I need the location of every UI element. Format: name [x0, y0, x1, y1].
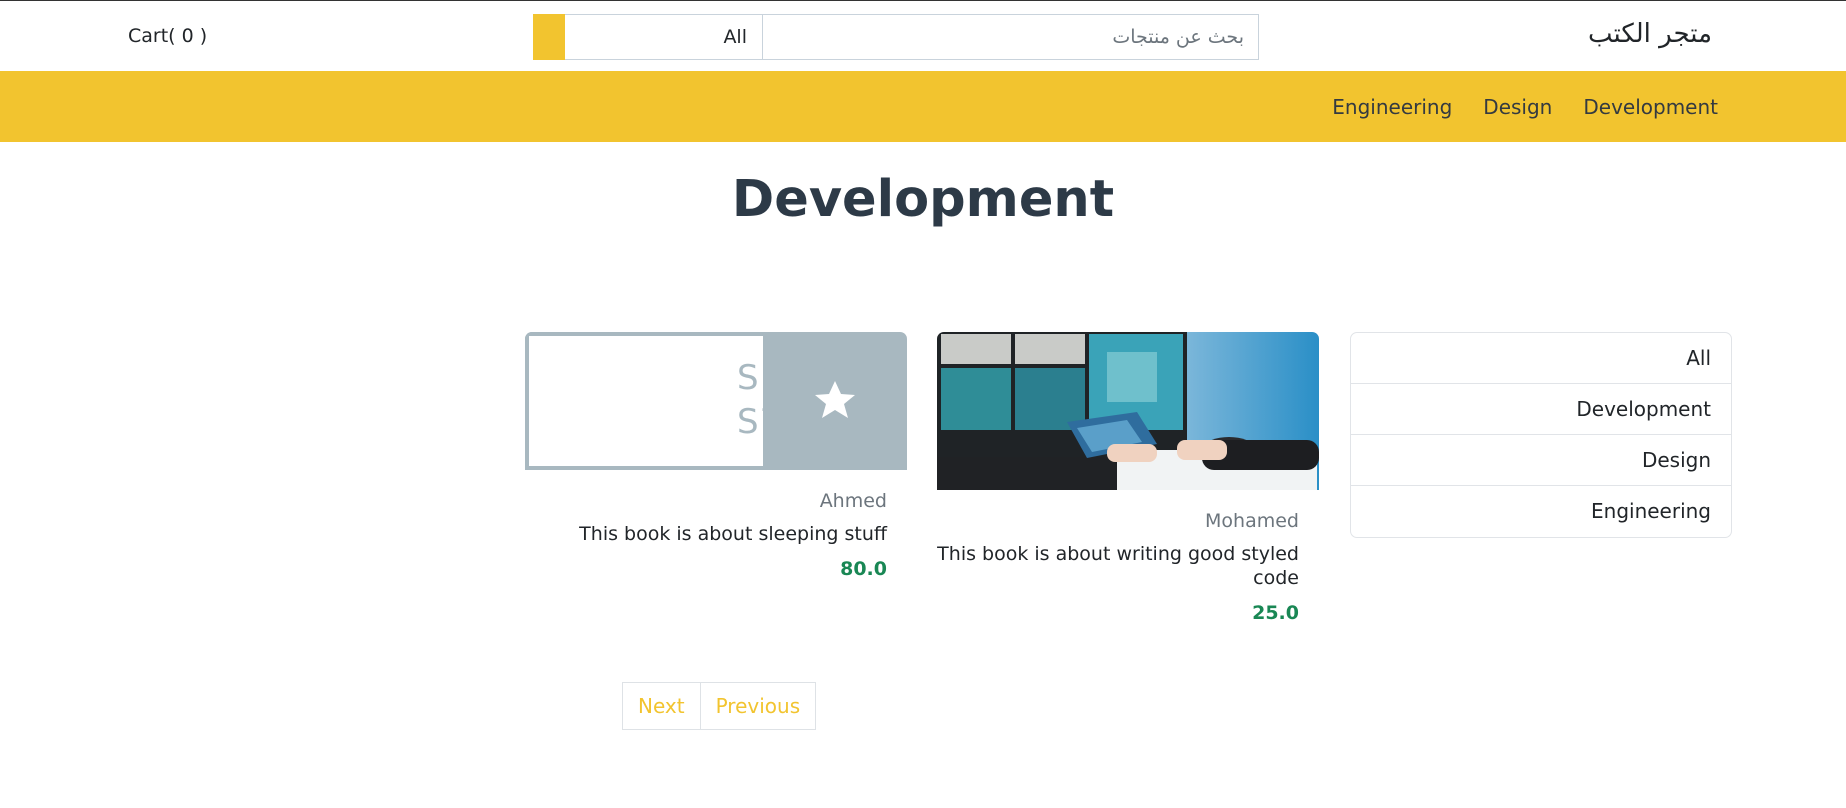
cart-count: ( 0 )	[168, 25, 208, 47]
search-button[interactable]	[533, 14, 565, 60]
nav-item-engineering[interactable]: Engineering	[1332, 95, 1452, 119]
category-item-development[interactable]: Development	[1351, 384, 1731, 435]
product-description: This book is about writing good styled c…	[937, 543, 1299, 589]
previous-page-button[interactable]: Previous	[700, 682, 817, 730]
product-card[interactable]: Mohamed This book is about writing good …	[937, 332, 1319, 624]
simple-star-cover-image: SIMPLE STAR	[525, 332, 907, 470]
category-item-design[interactable]: Design	[1351, 435, 1731, 486]
category-navbar: Development Design Engineering	[0, 71, 1846, 142]
product-price: 25.0	[1252, 602, 1299, 624]
nav-item-development[interactable]: Development	[1583, 95, 1718, 119]
product-author: Ahmed	[819, 490, 887, 512]
cart-link[interactable]: Cart( 0 )	[128, 25, 207, 47]
product-price: 80.0	[840, 558, 887, 580]
product-author: Mohamed	[1205, 510, 1299, 532]
cover-text-line1: SIMPLE	[737, 358, 883, 398]
cart-label: Cart	[128, 25, 169, 47]
nav-item-design[interactable]: Design	[1483, 95, 1552, 119]
page-title: Development	[731, 170, 1115, 229]
product-card[interactable]: SIMPLE STAR Ahmed This book is about sle…	[525, 332, 907, 580]
designer-computer-photo	[937, 332, 1319, 490]
product-image[interactable]: SIMPLE STAR	[525, 332, 907, 470]
category-item-engineering[interactable]: Engineering	[1351, 486, 1731, 537]
product-description: This book is about sleeping stuff	[579, 523, 887, 545]
search-bar: All	[533, 14, 1259, 60]
cover-text-line2: STAR	[737, 402, 840, 442]
product-image[interactable]	[937, 332, 1319, 490]
site-brand[interactable]: متجر الكتب	[1588, 19, 1712, 49]
category-list: All Development Design Engineering	[1350, 332, 1732, 538]
search-input[interactable]	[762, 14, 1259, 60]
site-header: Cart( 0 ) All متجر الكتب	[0, 1, 1846, 71]
search-category-select[interactable]: All	[565, 14, 762, 60]
category-item-all[interactable]: All	[1351, 333, 1731, 384]
pagination: Next Previous	[622, 682, 817, 730]
next-page-button[interactable]: Next	[622, 682, 701, 730]
nav-list: Development Design Engineering	[1332, 71, 1718, 142]
search-category-value: All	[723, 26, 747, 48]
